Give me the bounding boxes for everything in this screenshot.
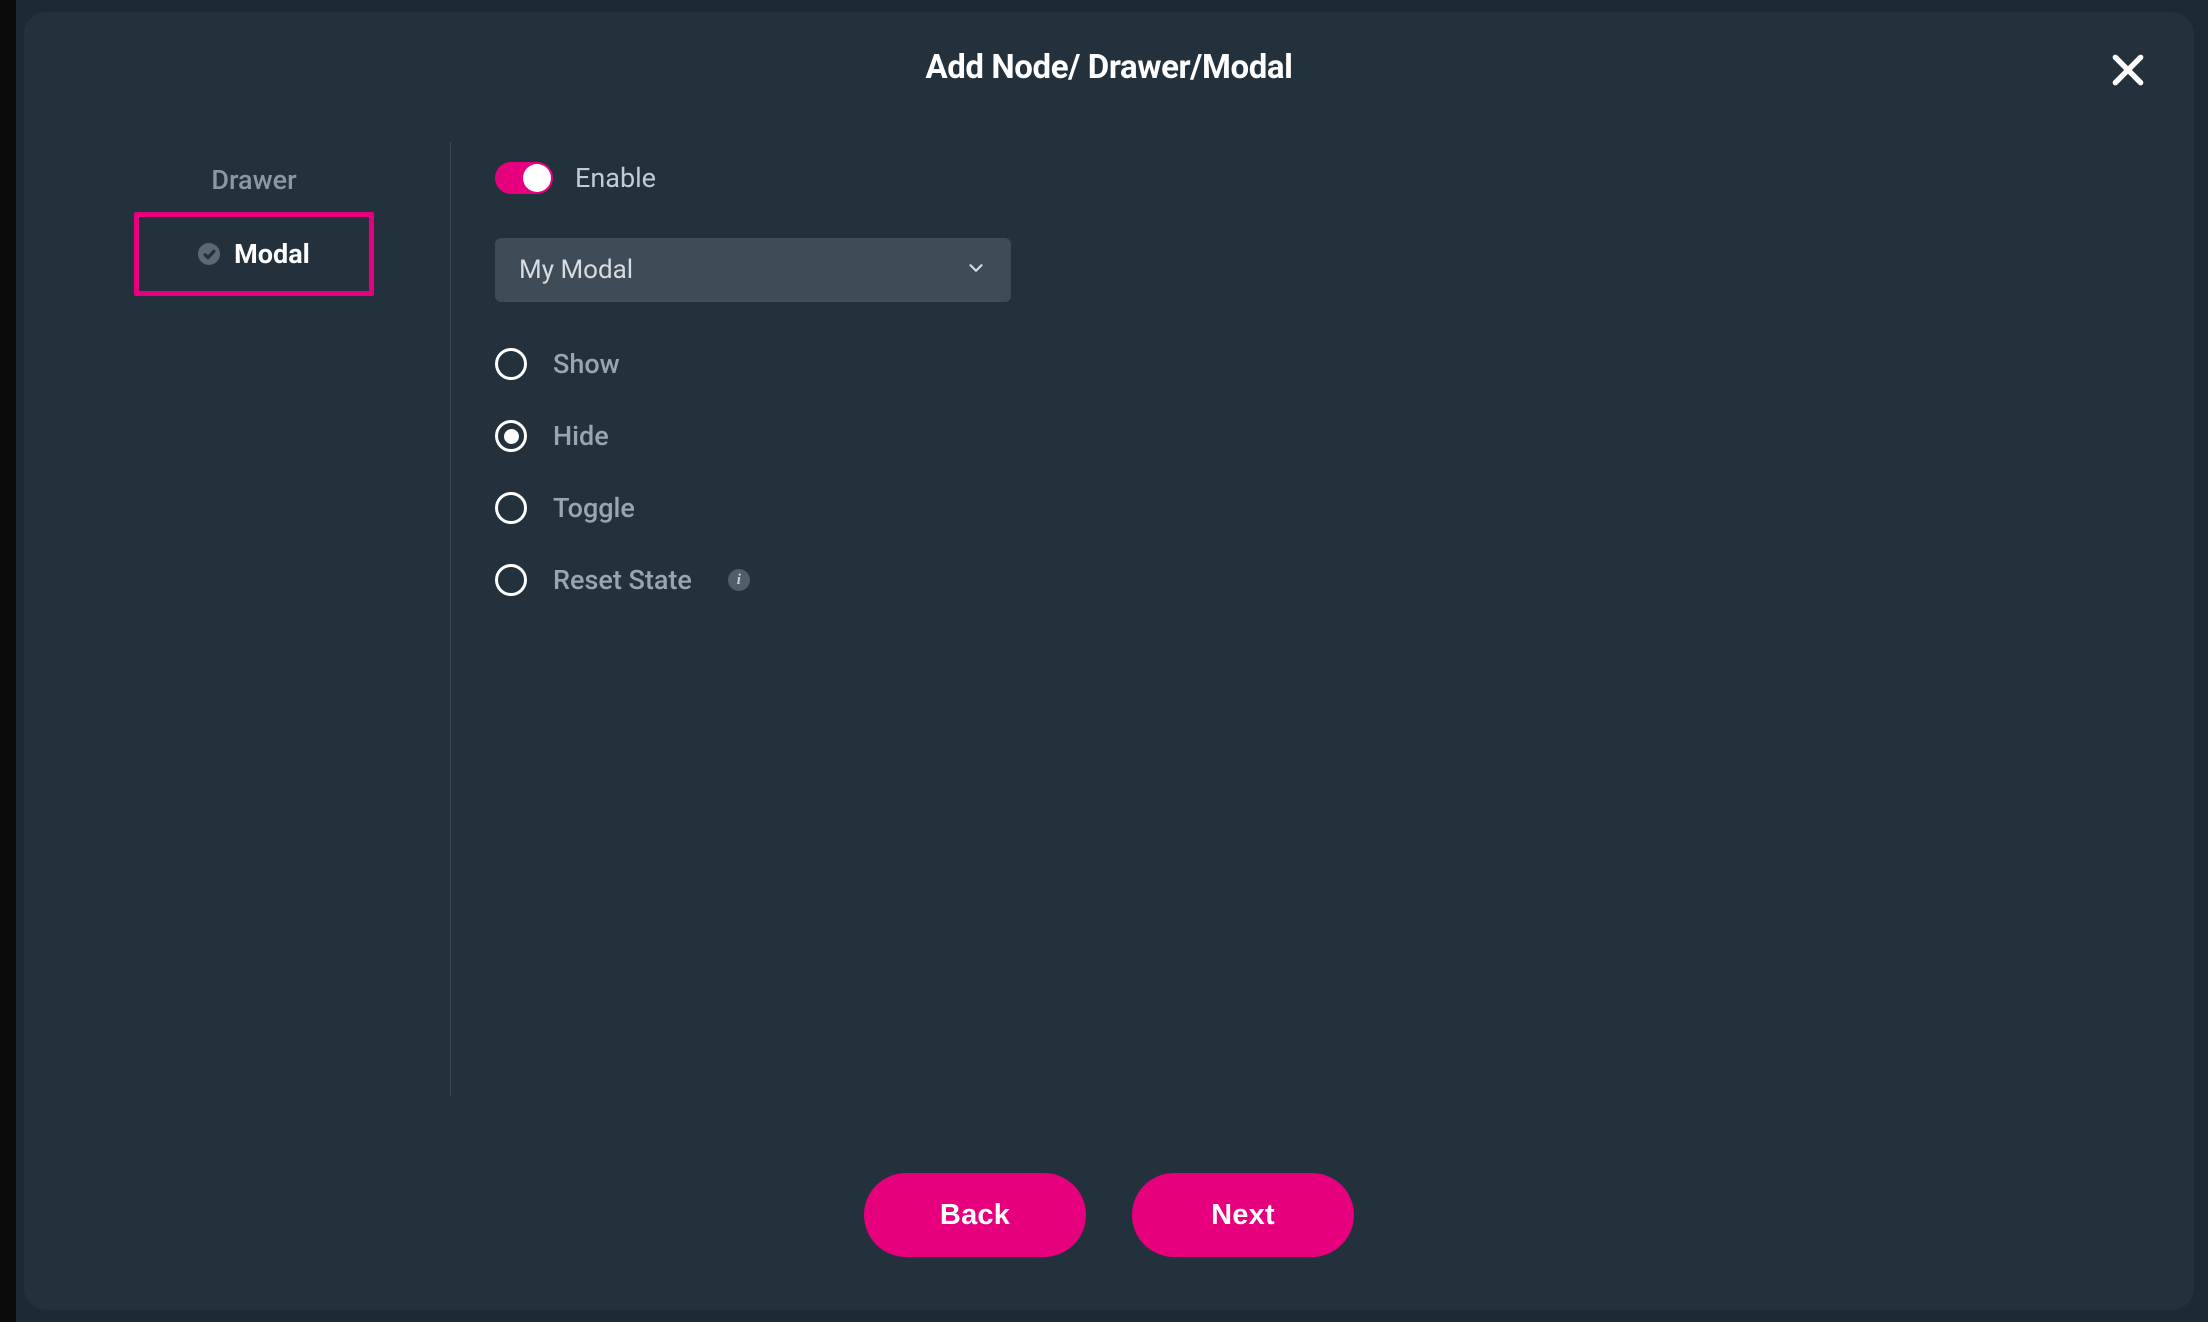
dialog-header: Add Node/ Drawer/Modal [24,12,2194,122]
radio-option-toggle[interactable]: Toggle [495,492,2154,524]
radio-label: Reset State [553,564,692,596]
close-icon [2109,51,2147,93]
radio-icon [495,492,527,524]
component-select[interactable]: My Modal [495,238,1011,302]
check-icon [198,243,220,265]
sidebar-tabs: Drawer Modal [76,122,432,1120]
sidebar-item-modal[interactable]: Modal [134,212,374,296]
radio-option-show[interactable]: Show [495,348,2154,380]
form-panel: Enable My Modal Show Hide [495,122,2154,1120]
radio-option-reset-state[interactable]: Reset State i [495,564,2154,596]
enable-label: Enable [575,162,656,194]
sidebar-item-label: Drawer [211,164,296,196]
radio-label: Hide [553,420,609,452]
radio-option-hide[interactable]: Hide [495,420,2154,452]
back-button[interactable]: Back [864,1173,1086,1257]
next-button[interactable]: Next [1132,1173,1354,1257]
chevron-down-icon [965,257,987,283]
background-strip [0,0,16,1322]
radio-icon [495,348,527,380]
info-icon[interactable]: i [728,569,750,591]
enable-toggle[interactable] [495,162,553,194]
toggle-knob [523,164,551,192]
component-select-value: My Modal [519,255,633,285]
sidebar-item-drawer[interactable]: Drawer [134,148,374,212]
vertical-divider [450,142,451,1096]
sidebar-item-label: Modal [234,238,310,270]
dialog-body: Drawer Modal Enable My Modal [24,122,2194,1120]
dialog-title: Add Node/ Drawer/Modal [925,48,1292,87]
dialog-panel: Add Node/ Drawer/Modal Drawer Modal [24,12,2194,1310]
close-button[interactable] [2098,42,2158,102]
radio-icon [495,420,527,452]
radio-label: Toggle [553,492,635,524]
radio-label: Show [553,348,620,380]
radio-icon [495,564,527,596]
action-radio-group: Show Hide Toggle Reset State i [495,348,2154,596]
enable-row: Enable [495,162,2154,194]
dialog-footer: Back Next [24,1120,2194,1310]
